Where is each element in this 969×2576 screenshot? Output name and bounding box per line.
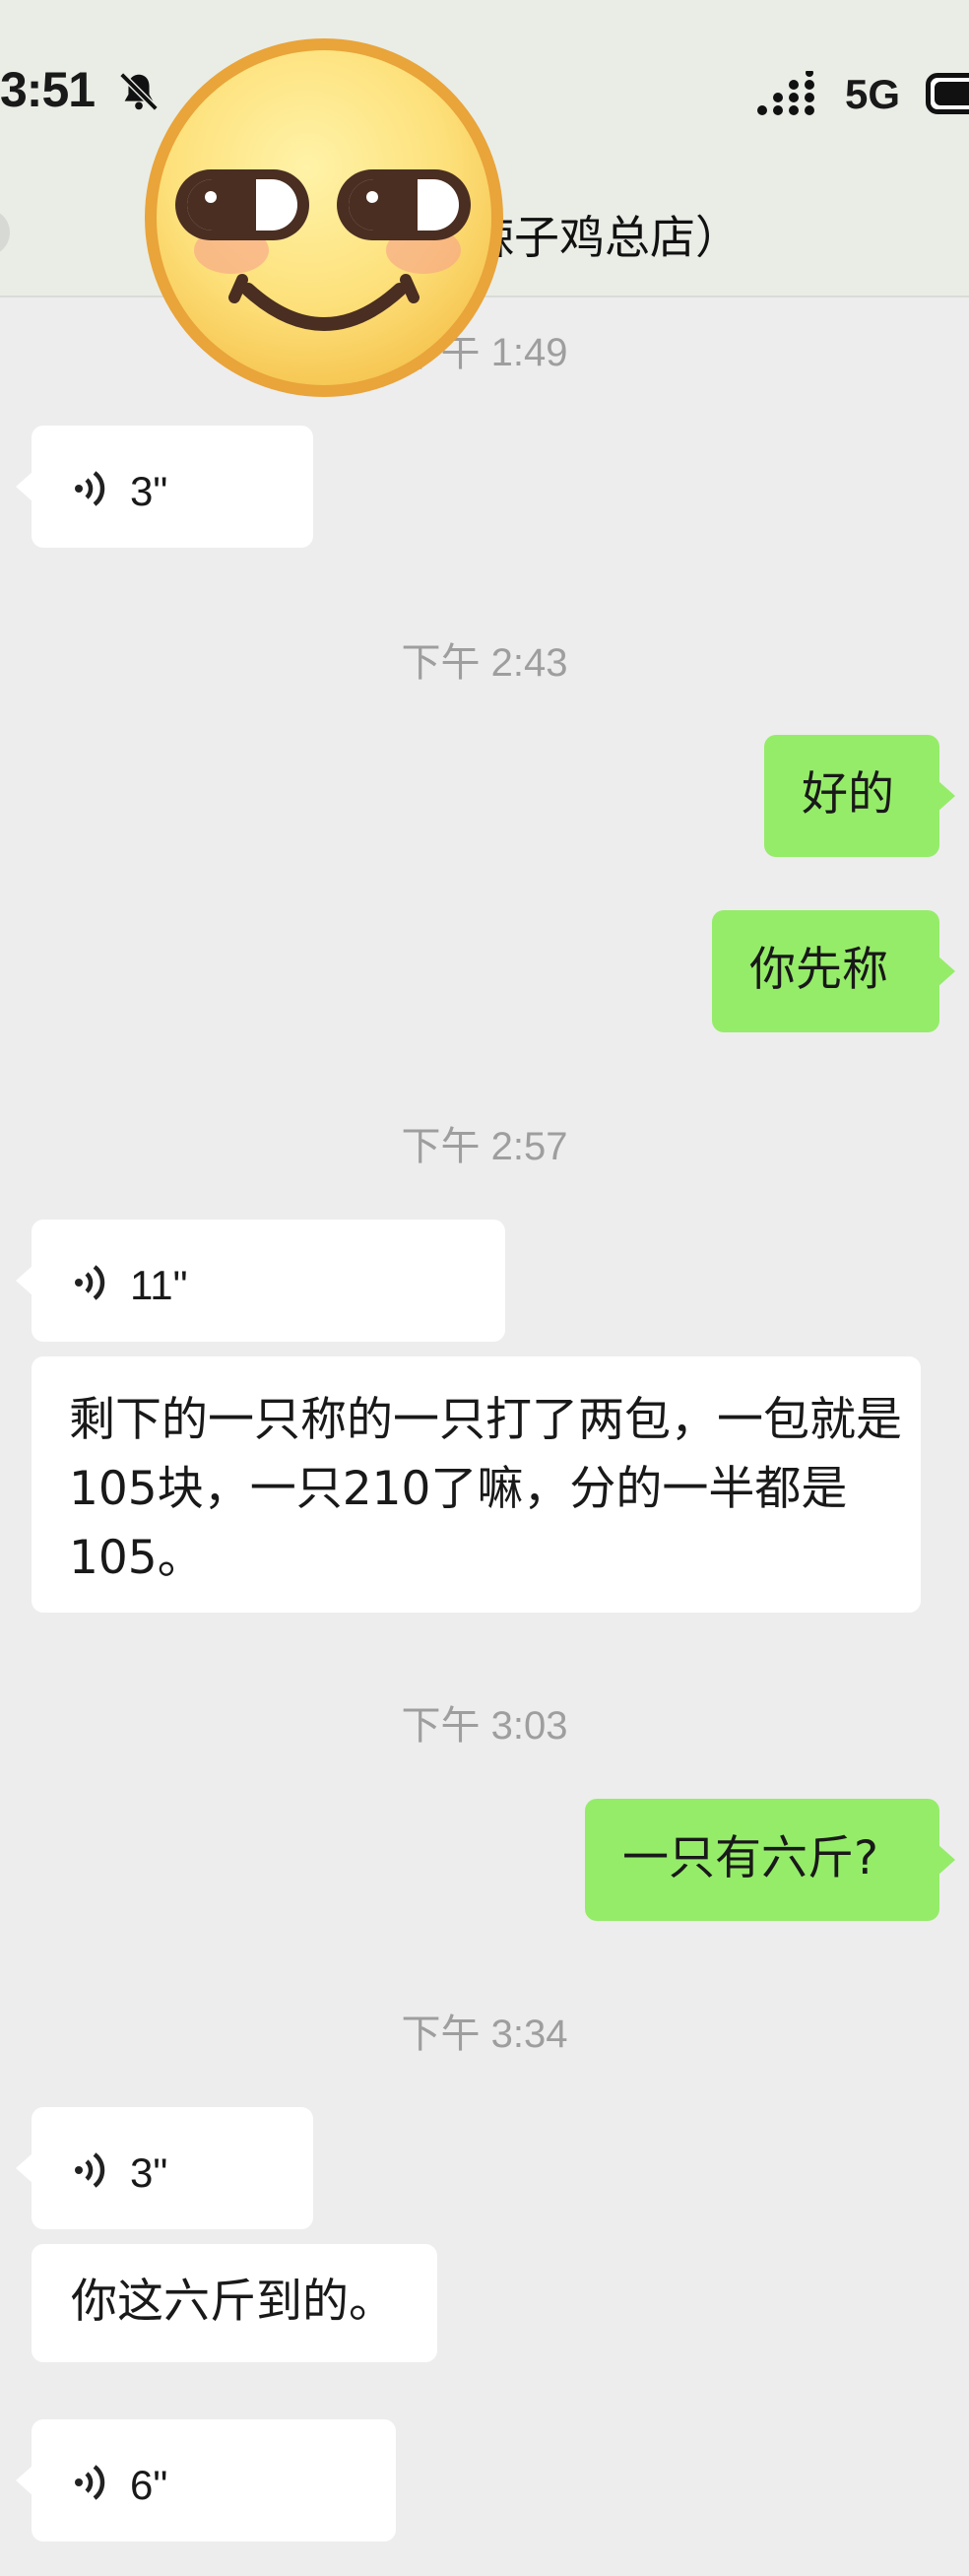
smiling-emoji-sticker (145, 38, 503, 397)
voice-duration: 3" (130, 2149, 168, 2196)
timestamp: 下午 2:43 (401, 641, 568, 685)
network-indicator: 5G (845, 71, 901, 117)
voice-wave-icon (75, 2152, 105, 2188)
voice-message[interactable]: 3" (16, 426, 313, 548)
text-message[interactable]: 一只有六斤? (585, 1799, 955, 1921)
voice-message[interactable]: 11" (16, 1220, 505, 1342)
message-text: 你先称 (749, 943, 888, 997)
battery-icon (926, 73, 969, 114)
voice-duration: 3" (130, 468, 168, 514)
message-text: 剩下的一只称的一只打了两包，一包就是105块，一只210了嘛，分的一半都是105… (69, 1393, 902, 1585)
message-text: 你这六斤到的。 (71, 2275, 395, 2329)
voice-message[interactable]: 3" (16, 2107, 313, 2229)
voice-wave-icon (75, 2465, 105, 2500)
signal-icon (757, 71, 814, 115)
status-time: 3:51 (0, 62, 96, 117)
text-message[interactable]: 剩下的一只称的一只打了两包，一包就是105块，一只210了嘛，分的一半都是105… (32, 1356, 921, 1613)
text-message[interactable]: 你先称 (712, 910, 955, 1032)
voice-wave-icon (75, 1265, 105, 1300)
voice-duration: 11" (130, 1262, 188, 1308)
timestamp: 下午 2:57 (401, 1125, 568, 1168)
message-text: 好的 (802, 767, 894, 822)
timestamp: 下午 3:34 (401, 2013, 568, 2056)
timestamp: 下午 3:03 (401, 1704, 568, 1748)
text-message[interactable]: 好的 (764, 735, 955, 857)
voice-duration: 6" (130, 2462, 168, 2508)
voice-message[interactable]: 6" (16, 2419, 396, 2542)
text-message[interactable]: 你这六斤到的。 (32, 2244, 437, 2362)
back-button[interactable] (0, 209, 10, 256)
voice-wave-icon (75, 471, 105, 506)
message-text: 一只有六斤? (622, 1831, 878, 1885)
